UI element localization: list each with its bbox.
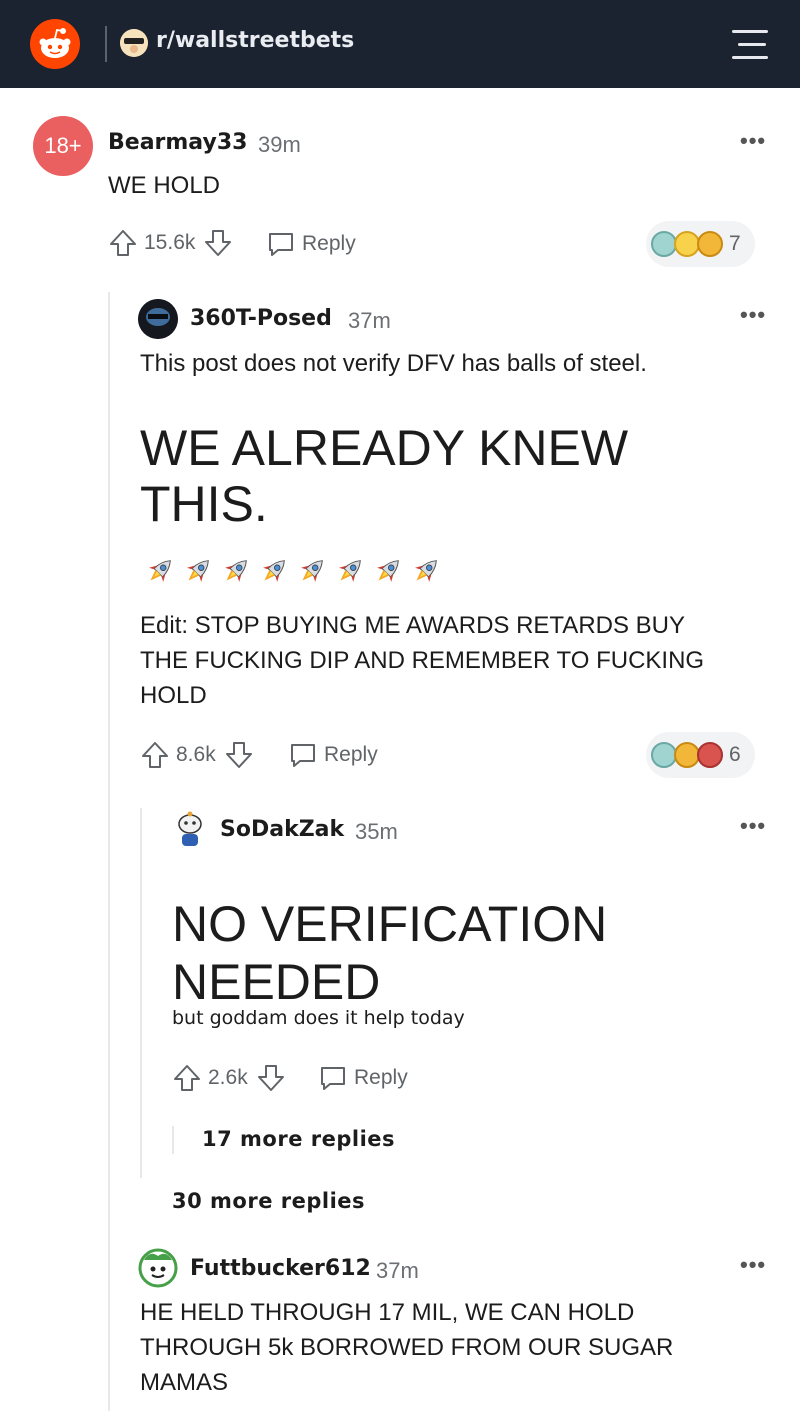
award-count: 6 xyxy=(729,743,741,766)
rocket-emoji-icon xyxy=(339,560,361,582)
comment-heading-line: NEEDED xyxy=(172,954,381,1010)
comment-author[interactable]: 360T-Posed xyxy=(190,306,332,331)
reply-button[interactable]: Reply xyxy=(288,741,378,769)
comment-body-line: HE HELD THROUGH 17 MIL, WE CAN HOLD xyxy=(140,1299,635,1326)
rocket-emoji-icon xyxy=(415,560,437,582)
subreddit-avatar-icon[interactable] xyxy=(120,29,148,57)
comment-author[interactable]: Bearmay33 xyxy=(108,130,247,155)
vote-bar: 8.6k xyxy=(140,740,254,770)
more-replies-link[interactable]: 30 more replies xyxy=(172,1189,365,1213)
more-options-icon[interactable]: ••• xyxy=(740,128,766,154)
top-bar: r/wallstreetbets xyxy=(0,0,800,88)
comment-edit-line: THE FUCKING DIP AND REMEMBER TO FUCKING xyxy=(140,647,705,674)
award-count: 7 xyxy=(729,232,741,255)
reply-label: Reply xyxy=(324,743,378,766)
vote-count: 15.6k xyxy=(144,231,196,254)
comment-edit-line: HOLD xyxy=(140,682,207,709)
nsfw-age-badge: 18+ xyxy=(33,116,93,176)
award-icon xyxy=(697,742,723,768)
award-icon xyxy=(697,231,723,257)
comment-body: This post does not verify DFV has balls … xyxy=(140,350,647,377)
more-options-icon[interactable]: ••• xyxy=(740,1252,766,1278)
reply-button[interactable]: Reply xyxy=(318,1064,408,1092)
more-replies-link[interactable]: 17 more replies xyxy=(202,1127,395,1151)
comment-body-line: MAMAS xyxy=(140,1369,229,1396)
comment-heading-line: THIS. xyxy=(140,476,268,532)
comment-time: 37m xyxy=(376,1258,419,1283)
rocket-emoji-icon xyxy=(263,560,285,582)
user-avatar[interactable] xyxy=(138,299,178,339)
reply-bubble-icon xyxy=(321,1067,345,1090)
vote-count: 2.6k xyxy=(208,1066,248,1089)
downvote-icon[interactable] xyxy=(203,228,233,258)
thread-line xyxy=(108,292,110,1411)
subreddit-name[interactable]: r/wallstreetbets xyxy=(156,28,354,53)
reply-bubble-icon xyxy=(291,744,315,767)
rocket-emoji-icon xyxy=(301,560,323,582)
upvote-icon[interactable] xyxy=(172,1063,202,1093)
reddit-logo-icon[interactable] xyxy=(30,19,80,69)
thread-line xyxy=(140,808,142,1178)
comment-author[interactable]: Futtbucker612 xyxy=(190,1256,371,1281)
vote-count: 8.6k xyxy=(176,743,216,766)
vote-bar: 15.6k xyxy=(108,228,233,258)
reply-label: Reply xyxy=(354,1066,408,1089)
downvote-icon[interactable] xyxy=(256,1063,286,1093)
rocket-emoji-row xyxy=(140,553,444,591)
rocket-emoji-icon xyxy=(149,560,171,582)
reply-button[interactable]: Reply xyxy=(266,230,356,258)
comment-heading-line: NO VERIFICATION xyxy=(172,896,608,952)
rocket-emoji-icon xyxy=(225,560,247,582)
awards-pill[interactable]: 7 xyxy=(646,221,755,267)
upvote-icon[interactable] xyxy=(140,740,170,770)
user-avatar[interactable] xyxy=(138,1248,178,1288)
reply-label: Reply xyxy=(302,232,356,255)
comment-time: 37m xyxy=(348,308,391,333)
more-options-icon[interactable]: ••• xyxy=(740,302,766,328)
comment-edit-line: Edit: STOP BUYING ME AWARDS RETARDS BUY xyxy=(140,612,686,639)
hamburger-icon[interactable] xyxy=(732,24,770,64)
comment-time: 35m xyxy=(355,819,398,844)
more-options-icon[interactable]: ••• xyxy=(740,813,766,839)
user-avatar[interactable] xyxy=(172,810,208,850)
comment-body: WE HOLD xyxy=(108,172,221,199)
comment-time: 39m xyxy=(258,132,301,157)
downvote-icon[interactable] xyxy=(224,740,254,770)
reply-bubble-icon xyxy=(269,233,293,256)
thread-line xyxy=(172,1126,174,1154)
comment-body-line: THROUGH 5k BORROWED FROM OUR SUGAR xyxy=(140,1334,674,1361)
comment-subtext: but goddam does it help today xyxy=(172,1007,465,1029)
comment-heading-line: WE ALREADY KNEW xyxy=(140,420,629,476)
vote-bar: 2.6k xyxy=(172,1063,286,1093)
header-divider xyxy=(105,26,107,62)
awards-pill[interactable]: 6 xyxy=(646,732,755,778)
rocket-emoji-icon xyxy=(377,560,399,582)
upvote-icon[interactable] xyxy=(108,228,138,258)
comment-author[interactable]: SoDakZak xyxy=(220,817,344,842)
rocket-emoji-icon xyxy=(187,560,209,582)
